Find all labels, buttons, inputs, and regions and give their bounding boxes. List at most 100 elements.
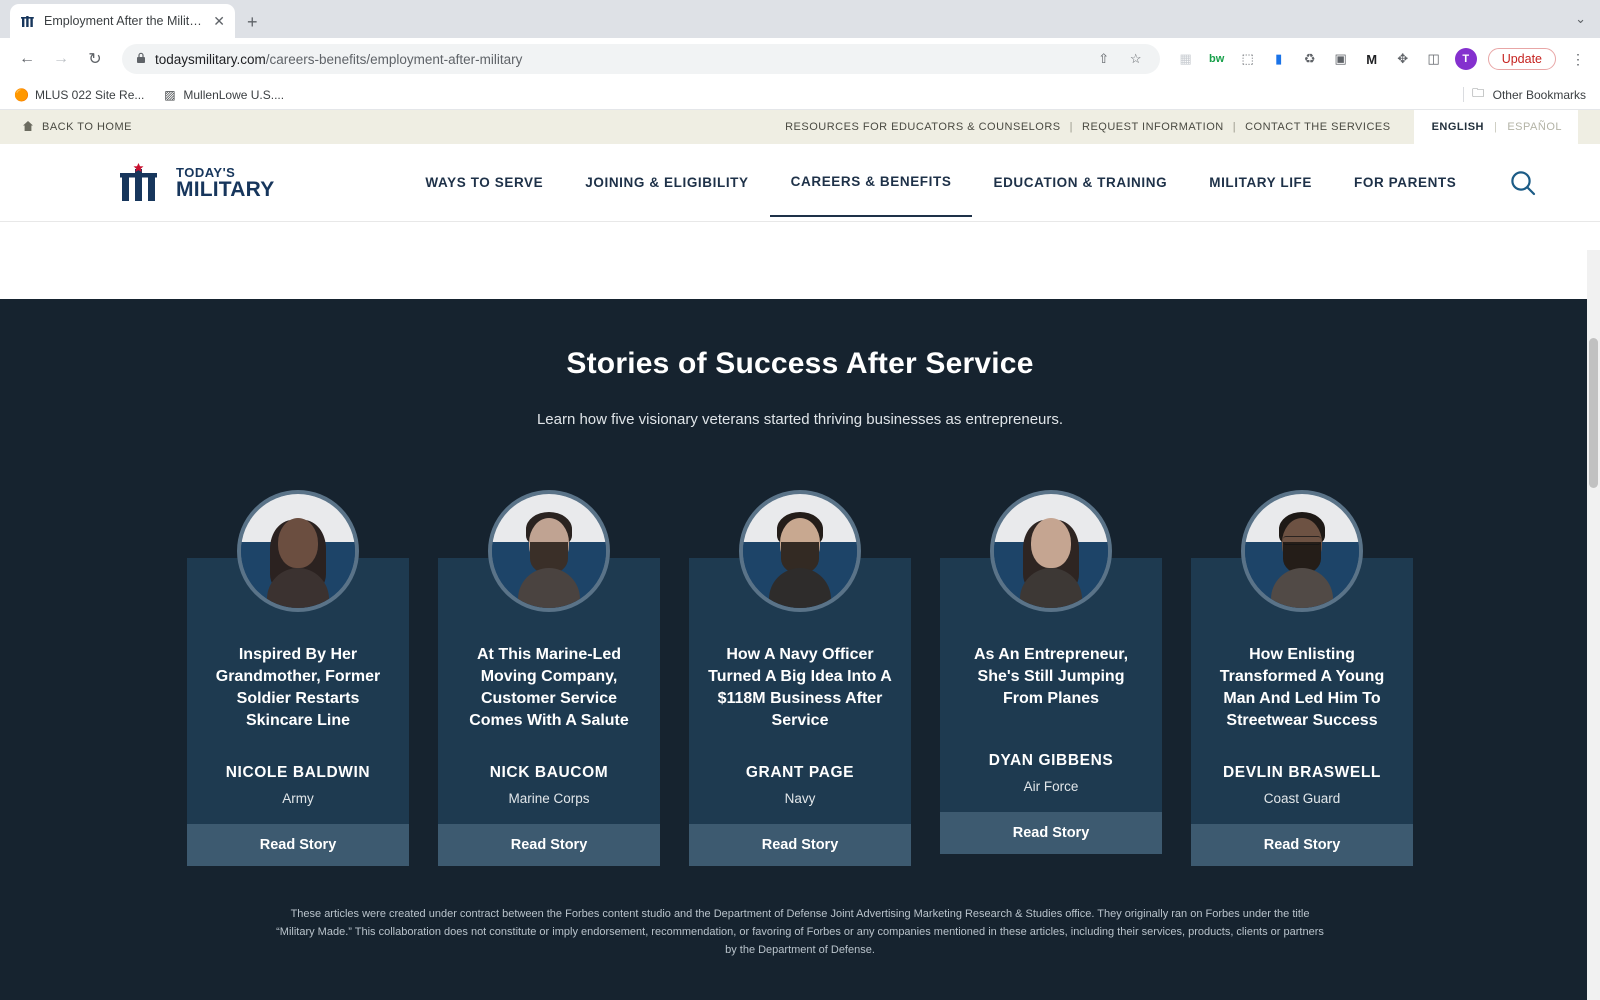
nav-item-joining-eligibility[interactable]: JOINING & ELIGIBILITY <box>564 149 769 216</box>
clipboard-extension-icon[interactable]: ▮ <box>1269 49 1289 69</box>
other-bookmarks-label: Other Bookmarks <box>1492 87 1586 102</box>
url-domain: todaysmilitary.com <box>155 51 266 67</box>
read-story-button[interactable]: Read Story <box>187 824 409 867</box>
story-branch: Coast Guard <box>1263 791 1341 807</box>
story-person-name: NICK BAUCOM <box>489 764 609 782</box>
site-header: TODAY'S MILITARY WAYS TO SERVE JOINING &… <box>0 144 1600 222</box>
page-viewport: BACK TO HOME RESOURCES FOR EDUCATORS & C… <box>0 110 1600 1000</box>
sidepanel-icon[interactable]: ◫ <box>1424 49 1444 69</box>
story-card[interactable]: Inspired By Her Grandmother, Former Sold… <box>187 490 409 867</box>
site-utility-bar: BACK TO HOME RESOURCES FOR EDUCATORS & C… <box>0 110 1600 144</box>
avatar-portrait <box>518 512 580 608</box>
other-bookmarks[interactable]: 🗀 Other Bookmarks <box>1462 86 1586 102</box>
story-person-name: NICOLE BALDWIN <box>225 764 371 782</box>
bookmark-label: MullenLowe U.S.... <box>183 87 285 102</box>
disclaimer-text: These articles were created under contra… <box>276 908 1324 956</box>
utility-link-request-information[interactable]: REQUEST INFORMATION <box>1073 121 1233 133</box>
story-title: Inspired By Her Grandmother, Former Sold… <box>215 646 381 730</box>
browser-tab[interactable]: Employment After the Military ✕ <box>10 4 235 38</box>
reload-button[interactable]: ↻ <box>80 44 110 74</box>
forward-button[interactable]: → <box>46 44 76 74</box>
crop-extension-icon[interactable]: ⬚ <box>1238 49 1258 69</box>
avatar-portrait <box>769 512 831 608</box>
tab-strip: Employment After the Military ✕ + ⌄ <box>0 0 1600 38</box>
avatar-portrait <box>1020 512 1082 608</box>
bw-extension-icon[interactable]: bw <box>1207 49 1227 69</box>
gmail-extension-icon[interactable]: M <box>1362 49 1382 69</box>
story-title: At This Marine-Led Moving Company, Custo… <box>469 646 629 730</box>
nav-item-careers-benefits[interactable]: CAREERS & BENEFITS <box>769 148 973 217</box>
puzzle-extension-icon[interactable]: ✥ <box>1393 49 1413 69</box>
utility-links: RESOURCES FOR EDUCATORS & COUNSELORS | R… <box>776 110 1578 144</box>
recycle-extension-icon[interactable]: ♻ <box>1300 49 1320 69</box>
address-bar[interactable]: todaysmilitary.com/careers-benefits/empl… <box>122 44 1160 74</box>
main-navigation: WAYS TO SERVE JOINING & ELIGIBILITY CARE… <box>404 148 1477 217</box>
avatar-portrait <box>267 512 329 608</box>
logo-wordmark: TODAY'S MILITARY <box>176 166 274 200</box>
story-branch: Air Force <box>1023 779 1079 794</box>
story-title: How A Navy Officer Turned A Big Idea Int… <box>708 646 892 730</box>
content-gap <box>0 222 1600 299</box>
camera-extension-icon[interactable]: ▣ <box>1331 49 1351 69</box>
avatar <box>1241 490 1363 612</box>
bookmark-item[interactable]: ▨ MullenLowe U.S.... <box>162 87 284 102</box>
omnibox-actions: ⇧ ☆ <box>1094 49 1146 69</box>
todays-military-logo-icon <box>120 162 166 203</box>
language-spanish[interactable]: ESPAÑOL <box>1507 121 1562 133</box>
share-icon[interactable]: ⇧ <box>1094 49 1114 69</box>
story-card[interactable]: How A Navy Officer Turned A Big Idea Int… <box>689 490 911 867</box>
story-branch: Navy <box>784 791 816 807</box>
tab-title: Employment After the Military <box>44 14 206 28</box>
back-button[interactable]: ← <box>12 44 42 74</box>
back-to-home-link[interactable]: BACK TO HOME <box>22 120 132 135</box>
folder-icon: 🟠 <box>14 87 29 102</box>
todays-military-favicon <box>20 13 36 29</box>
story-title: As An Entrepreneur, She's Still Jumping … <box>973 646 1129 708</box>
story-branch: Marine Corps <box>508 791 590 807</box>
separator: | <box>1493 121 1498 133</box>
story-person-name: DEVLIN BRASWELL <box>1223 764 1381 782</box>
read-story-button[interactable]: Read Story <box>689 824 911 867</box>
utility-link-resources[interactable]: RESOURCES FOR EDUCATORS & COUNSELORS <box>776 121 1070 133</box>
read-story-button[interactable]: Read Story <box>940 812 1162 854</box>
read-story-button[interactable]: Read Story <box>438 824 660 867</box>
avatar-portrait <box>1271 512 1333 608</box>
story-person-name: DYAN GIBBENS <box>988 752 1114 769</box>
nav-item-for-parents[interactable]: FOR PARENTS <box>1333 149 1477 216</box>
avatar <box>488 490 610 612</box>
nav-item-military-life[interactable]: MILITARY LIFE <box>1188 149 1333 216</box>
story-card[interactable]: As An Entrepreneur, She's Still Jumping … <box>940 490 1162 866</box>
chrome-menu-icon[interactable]: ⋮ <box>1567 51 1588 68</box>
avatar <box>739 490 861 612</box>
stories-card-grid: Inspired By Her Grandmother, Former Sold… <box>0 490 1600 867</box>
story-person-name: GRANT PAGE <box>745 764 855 782</box>
story-card[interactable]: How Enlisting Transformed A Young Man An… <box>1191 490 1413 867</box>
search-icon[interactable] <box>1509 169 1537 197</box>
site-logo[interactable]: TODAY'S MILITARY <box>120 162 274 203</box>
language-switcher: ENGLISH | ESPAÑOL <box>1413 110 1578 144</box>
bookmark-item[interactable]: 🟠 MLUS 022 Site Re... <box>14 87 144 102</box>
chevron-down-icon[interactable]: ⌄ <box>1575 11 1586 27</box>
scrollbar-thumb[interactable] <box>1589 338 1598 488</box>
page-scrollbar[interactable] <box>1587 250 1600 1000</box>
logo-top-line: TODAY'S <box>176 164 236 180</box>
read-story-button[interactable]: Read Story <box>1191 824 1413 867</box>
story-title: How Enlisting Transformed A Young Man An… <box>1219 646 1385 730</box>
update-button[interactable]: Update <box>1487 48 1556 70</box>
back-to-home-label: BACK TO HOME <box>42 121 132 133</box>
close-icon[interactable]: ✕ <box>213 14 225 28</box>
folder-icon: 🗀 <box>1472 86 1485 100</box>
nav-item-education-training[interactable]: EDUCATION & TRAINING <box>972 149 1188 216</box>
grid-extension-icon[interactable]: ▦ <box>1176 49 1196 69</box>
avatar[interactable]: T <box>1454 48 1477 70</box>
nav-item-ways-to-serve[interactable]: WAYS TO SERVE <box>404 149 564 216</box>
story-branch: Army <box>282 791 314 807</box>
stories-section: Stories of Success After Service Learn h… <box>0 299 1600 1000</box>
story-card[interactable]: At This Marine-Led Moving Company, Custo… <box>438 490 660 867</box>
bookmark-star-icon[interactable]: ☆ <box>1126 49 1146 69</box>
language-english[interactable]: ENGLISH <box>1432 121 1484 133</box>
browser-window: Employment After the Military ✕ + ⌄ ← → … <box>0 0 1600 1000</box>
url-path: /careers-benefits/employment-after-milit… <box>265 51 523 67</box>
utility-link-contact-services[interactable]: CONTACT THE SERVICES <box>1236 121 1400 133</box>
new-tab-button[interactable]: + <box>247 13 258 31</box>
